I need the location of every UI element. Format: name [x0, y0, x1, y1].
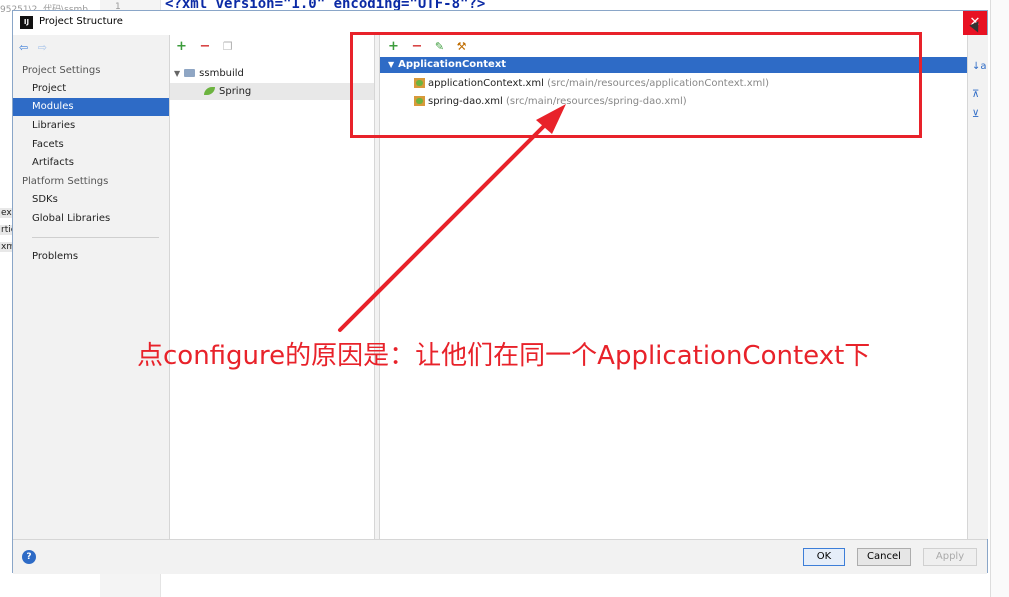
annotation-arrow	[338, 104, 566, 332]
annotation-text: 点configure的原因是：让他们在同一个ApplicationContext…	[137, 341, 871, 371]
